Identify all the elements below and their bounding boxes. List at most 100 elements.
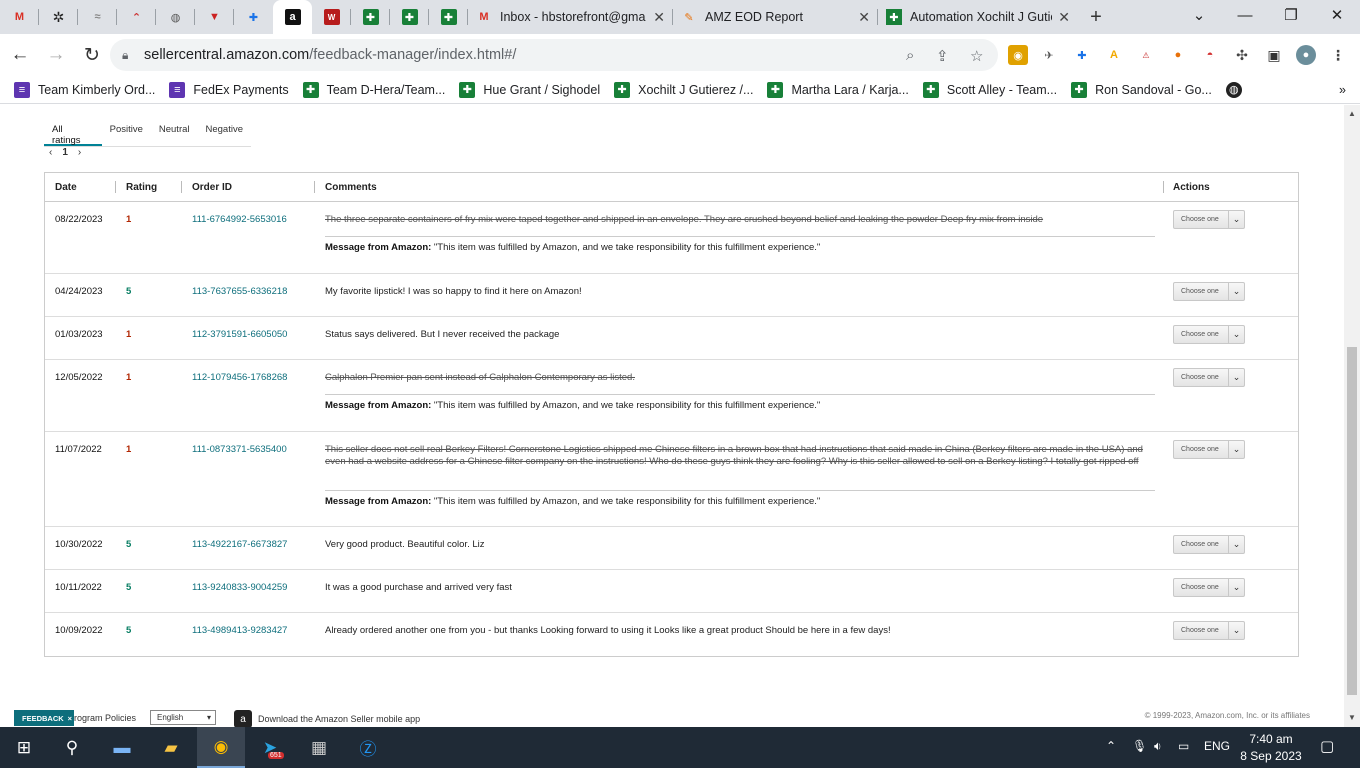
bookmark-item[interactable]: ✚ Scott Alley - Team... [922, 81, 1057, 98]
action-dropdown[interactable]: Choose one ⌄ [1173, 440, 1245, 459]
volume-icon[interactable]: 🔉︎ [1154, 739, 1162, 754]
bookmark-item[interactable]: ✚ Xochilt J Gutierez /... [614, 81, 753, 98]
calculator-icon[interactable]: ▦ [295, 727, 343, 768]
bookmark-item[interactable]: ✚ Ron Sandoval - Go... [1071, 81, 1212, 98]
system-clock[interactable]: 7:40 am 8 Sep 2023 [1236, 731, 1306, 765]
mobile-app-link[interactable]: a Download the Amazon Seller mobile app [234, 710, 420, 727]
extension-icon[interactable]: A [1104, 45, 1124, 65]
prev-page-icon[interactable]: ‹ [49, 147, 52, 158]
menu-kebab-icon[interactable]: ⋮ [1328, 45, 1348, 65]
scrollbar-thumb[interactable] [1347, 347, 1357, 695]
bookmark-star-icon[interactable]: ☆ [970, 47, 983, 65]
extension-icon[interactable]: ✚ [1072, 45, 1092, 65]
row-order-id-link[interactable]: 111-6764992-5653016 [192, 214, 287, 225]
back-arrow-icon[interactable]: ← [4, 39, 36, 71]
scroll-up-icon[interactable]: ▲ [1348, 109, 1356, 118]
action-dropdown[interactable]: Choose one ⌄ [1173, 282, 1245, 301]
scroll-down-icon[interactable]: ▼ [1348, 713, 1356, 722]
action-dropdown[interactable]: Choose one ⌄ [1173, 325, 1245, 344]
puzzle-icon[interactable]: ✣ [1232, 45, 1252, 65]
row-order-id-link[interactable]: 113-7637655-6336218 [192, 286, 287, 297]
tab-positive[interactable]: Positive [102, 119, 151, 146]
chrome-icon[interactable]: ◉ [197, 727, 245, 768]
sidepanel-icon[interactable]: ▣ [1264, 45, 1284, 65]
extension-pokeball-icon[interactable]: ◓ [1200, 45, 1220, 65]
telegram-icon[interactable]: ➤ 651 [246, 727, 294, 768]
windows-start-icon[interactable]: ⊞ [0, 727, 48, 768]
feedback-button[interactable]: FEEDBACK × [14, 710, 74, 726]
tab-search-chevron-icon[interactable]: ⌄ [1176, 0, 1222, 30]
extension-alert-icon[interactable]: ⚠ [1136, 45, 1156, 65]
tab-amz-eod[interactable]: ✎ AMZ EOD Report ✕ [673, 0, 878, 34]
bookmark-item[interactable]: ≡ Team Kimberly Ord... [14, 81, 155, 98]
tab-sheets-1[interactable]: ✚ [351, 0, 390, 34]
tab-globe[interactable]: ◍ [156, 0, 195, 34]
search-icon[interactable]: ⚲ [48, 727, 96, 768]
tab-ww[interactable]: W [312, 0, 351, 34]
close-icon[interactable]: ✕ [1058, 9, 1070, 26]
extension-honey-icon[interactable]: ◉ [1008, 45, 1028, 65]
tab-amazon-active[interactable]: a [273, 0, 312, 34]
bookmark-item[interactable]: ✚ Hue Grant / Sighodel [459, 81, 600, 98]
bookmark-item[interactable]: ✚ Team D-Hera/Team... [302, 81, 445, 98]
address-bar[interactable]: 🔒︎ sellercentral.amazon.com/feedback-man… [110, 39, 998, 71]
share-icon[interactable]: ⇪ [936, 47, 949, 65]
restore-icon[interactable]: ❐ [1268, 0, 1314, 30]
close-icon[interactable]: × [68, 714, 72, 723]
extension-icon[interactable]: ✈ [1039, 45, 1059, 65]
extension-icon[interactable]: ● [1168, 45, 1188, 65]
reload-icon[interactable]: ↻ [76, 39, 108, 71]
bookmark-item[interactable]: ◍ [1225, 81, 1250, 98]
tray-chevron-icon[interactable]: ⌃ [1106, 739, 1116, 753]
tab-app-4[interactable]: ⌃ [117, 0, 156, 34]
minimize-icon[interactable]: — [1222, 0, 1268, 30]
row-order-id-link[interactable]: 112-1079456-1768268 [192, 372, 287, 383]
bookmark-item[interactable]: ✚ Martha Lara / Karja... [767, 81, 909, 98]
current-page[interactable]: 1 [62, 147, 68, 158]
tab-negative[interactable]: Negative [198, 119, 252, 146]
row-order-id-link[interactable]: 111-0873371-5635400 [192, 444, 287, 455]
tab-all-ratings[interactable]: All ratings [44, 119, 102, 146]
tab-neutral[interactable]: Neutral [151, 119, 198, 146]
program-policies-link[interactable]: rogram Policies [74, 713, 136, 723]
page-scrollbar[interactable]: ▲ ▼ [1344, 105, 1360, 727]
header-rating[interactable]: Rating [126, 182, 157, 193]
action-dropdown[interactable]: Choose one ⌄ [1173, 535, 1245, 554]
input-language[interactable]: ENG [1204, 739, 1230, 753]
close-icon[interactable]: ✕ [653, 9, 665, 26]
close-icon[interactable]: ✕ [858, 9, 870, 26]
action-dropdown[interactable]: Choose one ⌄ [1173, 210, 1245, 229]
tab-sheets-2[interactable]: ✚ [390, 0, 429, 34]
zoho-z-icon[interactable]: Ⓩ [344, 727, 392, 768]
tab-inbox[interactable]: M Inbox - hbstorefront@gma ✕ [468, 0, 673, 34]
tab-gmail-pinned[interactable]: M [0, 0, 39, 34]
tab-sheets-3[interactable]: ✚ [429, 0, 468, 34]
network-icon[interactable]: ▭ [1178, 739, 1189, 753]
tab-automation[interactable]: ✚ Automation Xochilt J Gutie ✕ [878, 0, 1078, 34]
tab-openai[interactable]: ✲ [39, 0, 78, 34]
action-dropdown[interactable]: Choose one ⌄ [1173, 578, 1245, 597]
bookmark-item[interactable]: ≡ FedEx Payments [169, 81, 289, 98]
row-order-id-link[interactable]: 112-3791591-6605050 [192, 329, 287, 340]
header-order-id[interactable]: Order ID [192, 182, 232, 193]
row-order-id-link[interactable]: 113-4989413-9283427 [192, 625, 287, 636]
tab-app-7[interactable]: ✚ [234, 0, 273, 34]
new-tab-button[interactable]: + [1078, 0, 1114, 34]
header-date[interactable]: Date [55, 182, 77, 193]
row-order-id-link[interactable]: 113-4922167-6673827 [192, 539, 287, 550]
language-select[interactable]: English ▾ [150, 710, 216, 725]
notifications-icon[interactable]: ▢ [1320, 737, 1334, 755]
forward-arrow-icon[interactable]: → [40, 39, 72, 71]
next-page-icon[interactable]: › [78, 147, 81, 158]
tab-vivaldi[interactable]: ▼ [195, 0, 234, 34]
action-dropdown[interactable]: Choose one ⌄ [1173, 368, 1245, 387]
action-dropdown[interactable]: Choose one ⌄ [1173, 621, 1245, 640]
avatar[interactable]: ● [1296, 45, 1316, 65]
file-explorer-icon[interactable]: ▰ [147, 727, 195, 768]
window-close-icon[interactable]: ✕ [1314, 0, 1360, 30]
search-icon[interactable]: ⌕ [906, 47, 914, 64]
row-order-id-link[interactable]: 113-9240833-9004259 [192, 582, 287, 593]
tab-app-3[interactable]: ≈ [78, 0, 117, 34]
bookmarks-overflow-icon[interactable]: » [1339, 83, 1346, 97]
microphone-icon[interactable]: 🎙︎ [1132, 739, 1147, 753]
